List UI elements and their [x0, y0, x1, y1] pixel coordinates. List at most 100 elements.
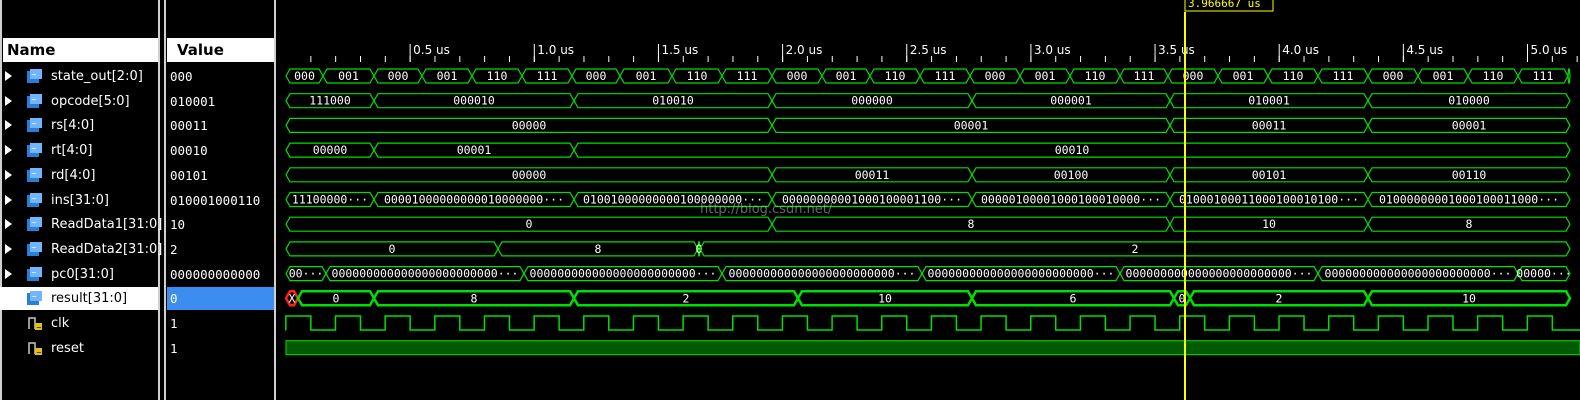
expand-arrow-icon[interactable]	[5, 145, 12, 156]
bus-signal-icon: ~	[27, 167, 42, 182]
waveform-panel[interactable]: 0.5 us 1.0 us 1.5 us 2.0 us 2.5 us 3.0 us 3.5 …	[282, 0, 1580, 400]
bus-segment-value: X	[289, 291, 296, 305]
waveform-pc0[interactable]: 00··· 000000000000000000000000··· 00000000…	[285, 266, 1572, 282]
expand-arrow-icon[interactable]	[5, 293, 12, 304]
expand-arrow-icon[interactable]	[5, 243, 12, 254]
bus-segment-value: 8	[968, 217, 975, 231]
bus-signal-icon: ~	[27, 118, 42, 133]
time-tick-label: 4.0 us	[1282, 43, 1319, 57]
time-tick-label: 3.0 us	[1034, 43, 1071, 57]
bus-segment-value: 111	[737, 69, 758, 83]
bus-segment-value: 0	[333, 291, 340, 305]
bus-segment	[1567, 68, 1571, 84]
expand-arrow-icon[interactable]	[5, 71, 12, 81]
bus-segment-value: 8	[471, 291, 478, 305]
expand-arrow-icon[interactable]	[5, 169, 12, 180]
time-tick-label: 2.5 us	[910, 43, 947, 57]
signal-row-rs[interactable]: ~ rs[4:0]	[0, 114, 158, 137]
bus-segment-value: 111	[1333, 69, 1354, 83]
signal-name: rs[4:0]	[51, 118, 95, 134]
signal-row-reset[interactable]: ~ reset	[0, 337, 158, 360]
bus-segment-value: 010000	[1448, 94, 1490, 108]
bus-segment-value: 11100000···	[292, 193, 368, 207]
signal-name: rd[4:0]	[51, 167, 96, 183]
signal-row-readdata1[interactable]: ~ ReadData1[31:0]	[0, 213, 162, 236]
name-column-header[interactable]: Name	[3, 38, 158, 62]
waveform-opcode[interactable]: 111000 000010 010010 000000 000001 010001 0100…	[285, 93, 1571, 109]
time-tick-label: 5.0 us	[1531, 43, 1568, 57]
svg-text:~: ~	[31, 269, 37, 277]
watermark: http://blog.csdn.net/	[700, 202, 833, 217]
time-tick-label: 0.5 us	[413, 43, 450, 57]
bus-segment-value: 000010	[453, 94, 495, 108]
expand-arrow-icon[interactable]	[5, 95, 12, 106]
bus-segment-value: 001	[636, 69, 657, 83]
bus-segment-value: 10	[1462, 291, 1476, 305]
bus-segment-value: 00001	[457, 143, 492, 157]
bus-segment-value: 00001	[954, 118, 989, 132]
time-tick-label: 1.0 us	[537, 43, 574, 57]
bus-segment-value: 000	[787, 69, 808, 83]
waveform-readdata1[interactable]: 0 8 10 8	[285, 216, 1571, 232]
signal-row-rt[interactable]: ~ rt[4:0]	[0, 139, 158, 162]
signal-name: pc0[31:0]	[51, 266, 115, 282]
bus-signal-icon: ~	[27, 143, 42, 158]
bus-segment-value: 8	[1466, 217, 1473, 231]
bus-segment-value: 00011	[1252, 118, 1287, 132]
waveform-readdata2[interactable]: 0 8 0 2	[285, 241, 1571, 257]
waveform-state_out[interactable]: 000 001 000 001 110 111 000 001 110 111 000 001 110 1…	[285, 68, 1571, 84]
bus-segment-value: 000001	[1050, 94, 1092, 108]
bus-segment-value: 110	[1483, 69, 1504, 83]
waveform-rt[interactable]: 00000 00001 00010	[285, 142, 1571, 158]
bus-segment-value: 00110	[1452, 168, 1487, 182]
bus-segment-value: 000	[294, 69, 315, 83]
svg-text:~: ~	[31, 96, 37, 104]
signal-row-state_out[interactable]: ~ state_out[2:0]	[0, 65, 158, 88]
signal-name: result[31:0]	[51, 291, 128, 307]
bus-segment-value: 10	[1262, 217, 1276, 231]
waveform-rd[interactable]: 00000 00011 00100 00101 00110	[285, 167, 1571, 183]
bus-segment-value: 00011	[855, 168, 890, 182]
signal-row-pc0[interactable]: ~ pc0[31:0]	[0, 263, 158, 286]
waveform-rs[interactable]: 00000 00001 00011 00001	[285, 117, 1571, 133]
bus-segment-value: 001	[338, 69, 359, 83]
bus-segment-value: 110	[885, 69, 906, 83]
signal-value: 10	[170, 217, 186, 233]
bus-segment-value: 6	[1070, 291, 1077, 305]
signal-name: ReadData2[31:0]	[51, 241, 163, 257]
signal-row-ins[interactable]: ~ ins[31:0]	[0, 189, 158, 212]
bus-segment-value: 0	[696, 242, 703, 256]
svg-text:~: ~	[31, 195, 37, 203]
bus-segment-value: 01000000001000100011000···	[1379, 193, 1559, 207]
bus-segment-value: 2	[1132, 242, 1139, 256]
bus-segment-value: 000000000000000000000000···	[332, 267, 519, 281]
waveform-clk[interactable]	[285, 315, 1580, 331]
bus-segment-value: 2	[1276, 291, 1283, 305]
expand-arrow-icon[interactable]	[5, 268, 12, 279]
bus-segment-value: 111	[935, 69, 956, 83]
waveform-ins[interactable]: 11100000··· 00001000000000010000000··· 010…	[285, 191, 1571, 208]
reset-high-bar	[285, 340, 1580, 356]
expand-arrow-icon[interactable]	[5, 194, 12, 205]
bus-segment-value: 000000000000000000000000···	[928, 267, 1115, 281]
time-tick-label: 2.0 us	[786, 43, 823, 57]
bus-segment-value: 000	[586, 69, 607, 83]
signal-row-clk[interactable]: ~ clk	[0, 312, 158, 335]
signal-row-readdata2[interactable]: ~ ReadData2[31:0]	[0, 238, 162, 261]
cursor-time-label: 3.966667 us	[1188, 0, 1261, 10]
value-column-header[interactable]: Value	[167, 38, 274, 62]
waveform-result[interactable]: X 0 8 2 10 6 0 2 10	[284, 290, 1572, 307]
signal-name: reset	[51, 340, 84, 356]
signal-value: 000000000000	[170, 266, 261, 282]
signal-row-opcode[interactable]: ~ opcode[5:0]	[0, 90, 158, 113]
waveform-reset[interactable]	[285, 340, 1580, 356]
expand-arrow-icon[interactable]	[5, 219, 12, 230]
expand-arrow-icon[interactable]	[5, 120, 12, 131]
bus-segment-value: 001	[437, 69, 458, 83]
svg-text:~: ~	[31, 293, 37, 301]
signal-value: 010001000110	[170, 192, 261, 208]
bus-signal-icon: ~	[27, 69, 42, 83]
signal-row-rd[interactable]: ~ rd[4:0]	[0, 164, 158, 187]
value-column: Value 000 010001 00011 00010 00101 0100010001…	[164, 0, 276, 400]
signal-row-result[interactable]: ~ result[31:0]	[0, 287, 158, 311]
